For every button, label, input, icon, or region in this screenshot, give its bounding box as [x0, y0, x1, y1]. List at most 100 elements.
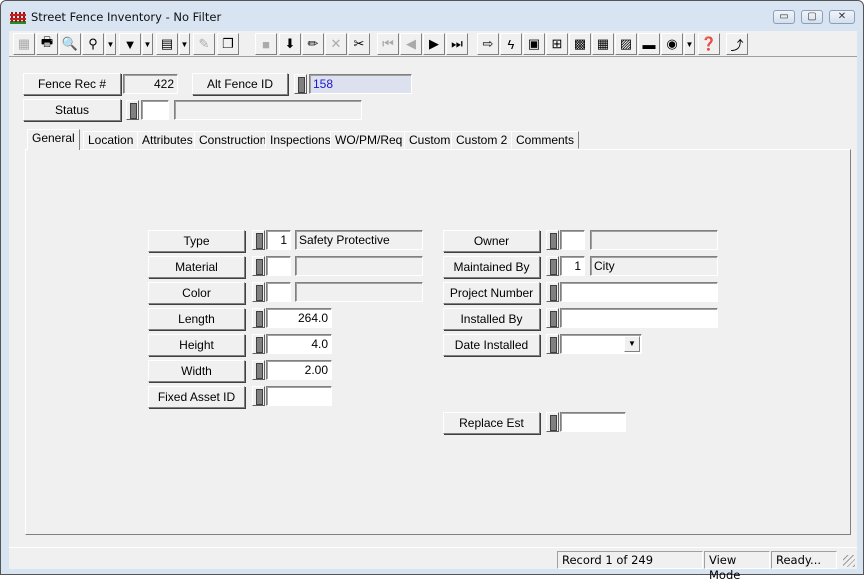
resize-grip[interactable] — [843, 555, 855, 567]
previous-record-button[interactable]: ◀ — [400, 33, 422, 55]
color-code-field[interactable] — [266, 282, 291, 302]
window-title: Street Fence Inventory - No Filter — [31, 10, 222, 24]
edit-document-button[interactable]: ✎ — [193, 33, 215, 55]
status-button[interactable]: Status — [23, 99, 121, 121]
width-grip[interactable] — [252, 360, 265, 380]
width-button[interactable]: Width — [148, 360, 245, 382]
status-text: Ready... — [771, 551, 837, 569]
minimize-button[interactable]: ▭ — [773, 10, 795, 24]
project-number-grip[interactable] — [546, 282, 559, 302]
alt-fence-id-field[interactable]: 158 — [309, 74, 412, 94]
alt-fence-id-button[interactable]: Alt Fence ID — [192, 73, 288, 95]
type-button[interactable]: Type — [148, 230, 245, 252]
toolbox-button[interactable]: ▬ — [638, 33, 660, 55]
replace-est-field[interactable] — [560, 412, 626, 432]
project-number-button[interactable]: Project Number — [443, 282, 540, 304]
type-desc-field: Safety Protective — [295, 230, 423, 250]
maximize-button[interactable]: ▢ — [801, 10, 823, 24]
chevron-down-icon: ▼ — [685, 39, 694, 49]
tab-comments[interactable]: Comments — [511, 131, 580, 149]
alt-fence-id-grip[interactable] — [294, 74, 307, 94]
tab-general[interactable]: General — [27, 129, 80, 150]
width-field[interactable]: 2.00 — [266, 360, 332, 380]
owner-button[interactable]: Owner — [443, 230, 540, 252]
material-code-field[interactable] — [266, 256, 291, 276]
fixed-asset-id-grip[interactable] — [252, 386, 265, 406]
maintained-by-button[interactable]: Maintained By — [443, 256, 540, 278]
dropdown-arrow-button[interactable]: ▼ — [684, 33, 695, 55]
tab-custom[interactable]: Custom — [404, 131, 456, 149]
delete-button[interactable]: ✕ — [325, 33, 347, 55]
installed-by-button[interactable]: Installed By — [443, 308, 540, 330]
globe-search-button[interactable]: ◉ — [661, 33, 683, 55]
project-number-field[interactable] — [560, 282, 718, 302]
goto-arrow-button[interactable]: ⇨ — [477, 33, 499, 55]
calculator-button[interactable]: ▦ — [592, 33, 614, 55]
replace-est-button[interactable]: Replace Est — [443, 412, 540, 434]
copy-record-button[interactable]: ❐ — [217, 33, 239, 55]
owner-desc-field — [590, 230, 718, 250]
replace-est-grip[interactable] — [546, 412, 559, 432]
edit-document-icon: ✎ — [198, 36, 210, 51]
equipment-button[interactable]: ▩ — [569, 33, 591, 55]
lightning-button[interactable]: ϟ — [500, 33, 522, 55]
length-field[interactable]: 264.0 — [266, 308, 332, 328]
exit-button[interactable]: ⤴ — [726, 33, 748, 55]
filter-funnel-button[interactable]: ▼ — [119, 33, 141, 55]
delete-icon: ✕ — [330, 36, 342, 51]
fence-rec-button[interactable]: Fence Rec # — [23, 73, 121, 95]
dropdown-arrow-button[interactable]: ▼ — [142, 33, 153, 55]
first-record-button[interactable]: ⏮ — [377, 33, 399, 55]
tab-attributes[interactable]: Attributes — [137, 131, 198, 149]
color-button[interactable]: Color — [148, 282, 245, 304]
maintained-by-grip[interactable] — [546, 256, 559, 276]
tab-inspections[interactable]: Inspections — [265, 131, 336, 149]
type-grip[interactable] — [252, 230, 265, 250]
status-code-field[interactable] — [141, 100, 169, 120]
length-grip[interactable] — [252, 308, 265, 328]
fixed-asset-id-button[interactable]: Fixed Asset ID — [148, 386, 245, 408]
report-button[interactable]: ▤ — [156, 33, 178, 55]
height-grip[interactable] — [252, 334, 265, 354]
save-button[interactable]: ■ — [255, 33, 277, 55]
chevron-down-icon[interactable]: ▼ — [624, 336, 640, 352]
date-installed-picker[interactable]: / / ▼ — [560, 334, 642, 354]
dropdown-arrow-button[interactable]: ▼ — [105, 33, 116, 55]
pencil-edit-button[interactable]: ✏ — [302, 33, 324, 55]
tab-location[interactable]: Location — [83, 131, 139, 149]
help-book-button[interactable]: ❓ — [698, 33, 720, 55]
hierarchy-button[interactable]: ⊞ — [546, 33, 568, 55]
tab-custom-2[interactable]: Custom 2 — [451, 131, 513, 149]
import-button[interactable]: ⬇ — [279, 33, 301, 55]
material-grip[interactable] — [252, 256, 265, 276]
map-layers-button[interactable]: ▣ — [523, 33, 545, 55]
blank-form-button[interactable]: ▦ — [13, 33, 35, 55]
print-button[interactable]: 🖶 — [36, 33, 58, 55]
fixed-asset-id-field[interactable] — [266, 386, 332, 406]
color-grip[interactable] — [252, 282, 265, 302]
pencil-edit-icon: ✏ — [307, 36, 319, 51]
tab-wo-pm-req[interactable]: WO/PM/Req — [330, 131, 408, 149]
date-installed-grip[interactable] — [546, 334, 559, 354]
owner-code-field[interactable] — [560, 230, 585, 250]
installed-by-grip[interactable] — [546, 308, 559, 328]
type-code-field[interactable]: 1 — [266, 230, 291, 250]
material-button[interactable]: Material — [148, 256, 245, 278]
find-binoculars-button[interactable]: ⚲ — [82, 33, 104, 55]
next-record-button[interactable]: ▶ — [423, 33, 445, 55]
installed-by-field[interactable] — [560, 308, 718, 328]
print-preview-button[interactable]: 🔍 — [59, 33, 81, 55]
owner-grip[interactable] — [546, 230, 559, 250]
date-installed-button[interactable]: Date Installed — [443, 334, 540, 356]
length-button[interactable]: Length — [148, 308, 245, 330]
tab-construction[interactable]: Construction — [194, 131, 272, 149]
building-map-button[interactable]: ▨ — [615, 33, 637, 55]
height-button[interactable]: Height — [148, 334, 245, 356]
height-field[interactable]: 4.0 — [266, 334, 332, 354]
dropdown-arrow-button[interactable]: ▼ — [179, 33, 190, 55]
status-grip[interactable] — [126, 100, 139, 120]
close-button[interactable]: ✕ — [829, 10, 855, 24]
last-record-button[interactable]: ⏭ — [446, 33, 468, 55]
maintained-by-code-field[interactable]: 1 — [560, 256, 585, 276]
cut-scissors-button[interactable]: ✂ — [348, 33, 370, 55]
